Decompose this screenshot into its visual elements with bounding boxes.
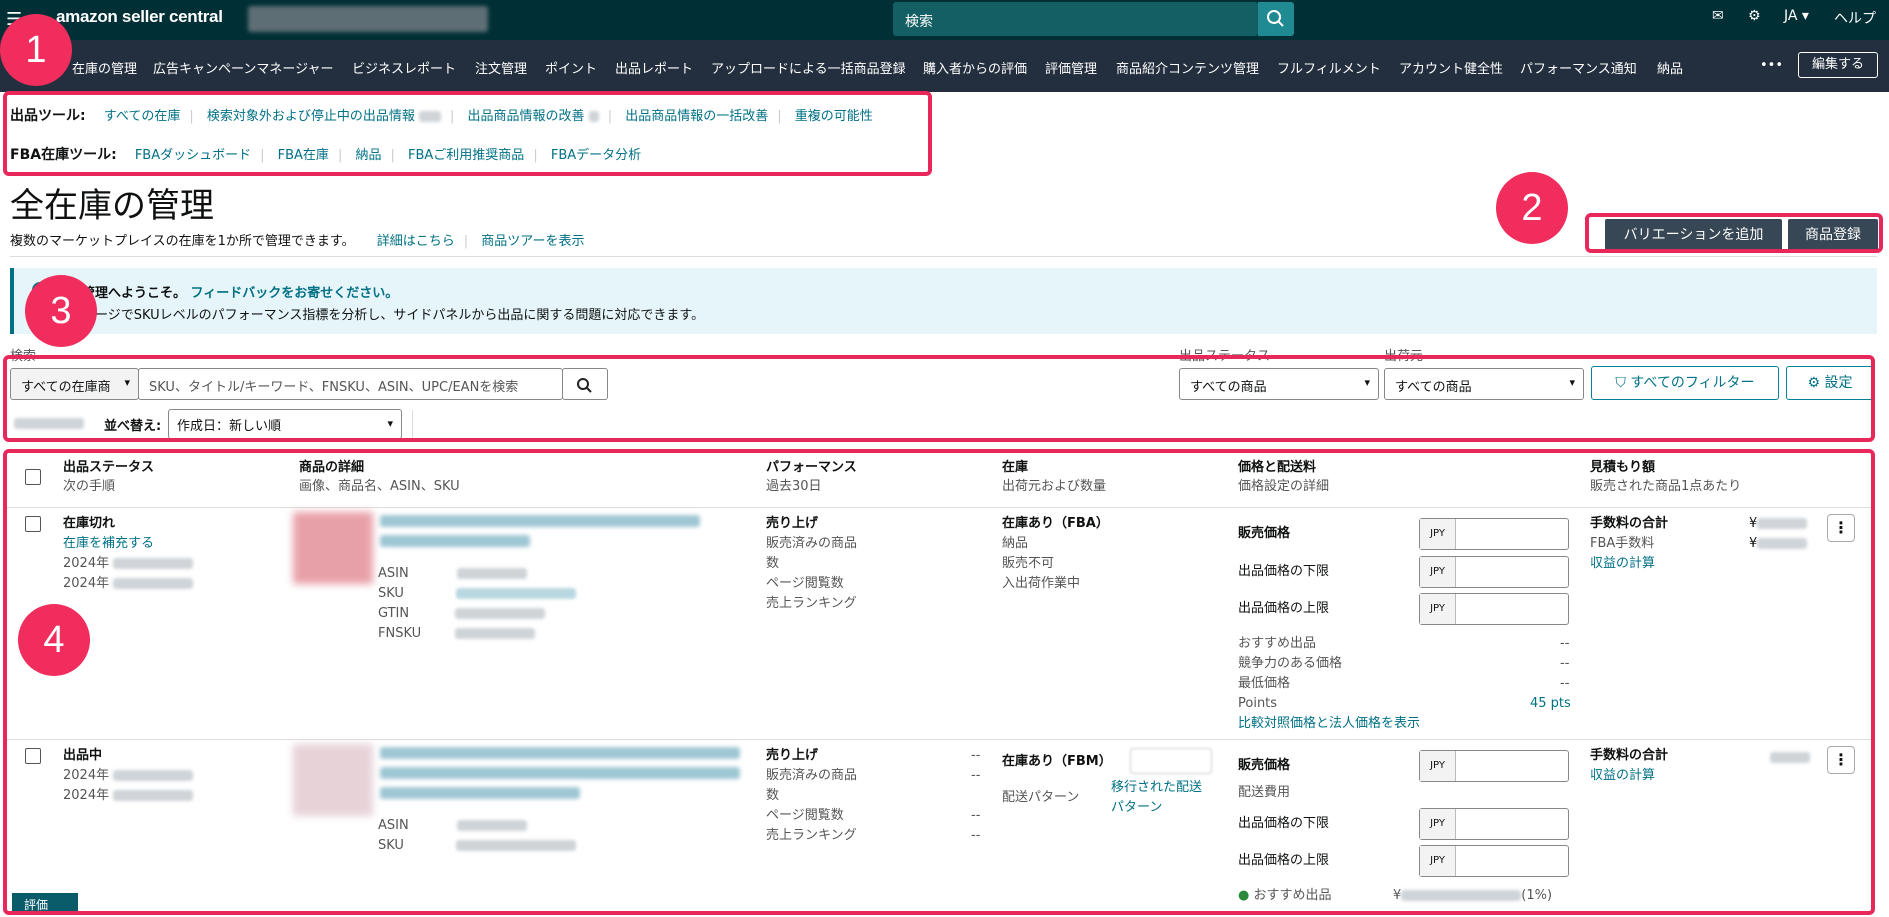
nav-item-reviews[interactable]: 評価管理 <box>1045 58 1097 77</box>
top-bar: ☰ amazon seller central 検索 ✉ ⚙ JA ▾ ヘルプ <box>0 0 1889 40</box>
annotation-badge-1: 1 <box>0 14 72 86</box>
nav-item-listing-reports[interactable]: 出品レポート <box>615 58 693 77</box>
language-code: JA <box>1784 8 1798 24</box>
annotation-box-2 <box>1585 213 1883 253</box>
mail-icon[interactable]: ✉ <box>1712 8 1724 24</box>
annotation-badge-3: 3 <box>25 275 97 347</box>
title-divider <box>10 256 1877 257</box>
annotation-badge-4: 4 <box>18 604 90 676</box>
amazon-logo[interactable]: amazon seller central <box>56 7 223 27</box>
nav-item-account-health[interactable]: アカウント健全性 <box>1399 58 1503 77</box>
nav-item-a-plus[interactable]: 商品紹介コンテンツ管理 <box>1116 58 1259 77</box>
global-search-input[interactable]: 検索 <box>893 2 1258 36</box>
nav-item-ads[interactable]: 広告キャンペーンマネージャー <box>153 58 333 77</box>
edit-nav-button[interactable]: 編集する <box>1798 52 1878 78</box>
feedback-link[interactable]: フィードバックをお寄せください。 <box>191 286 399 301</box>
nav-item-orders[interactable]: 注文管理 <box>475 58 527 77</box>
nav-more-icon[interactable]: ••• <box>1760 58 1783 73</box>
store-selector[interactable] <box>248 6 488 32</box>
page-subtitle: 複数のマーケットプレイスの在庫を1か所で管理できます。 <box>10 234 355 249</box>
nav-item-business-reports[interactable]: ビジネスレポート <box>352 58 456 77</box>
global-search-button[interactable] <box>1258 2 1294 36</box>
annotation-box-4 <box>3 449 1875 915</box>
annotation-box-1 <box>3 91 932 176</box>
search-icon <box>1267 10 1284 27</box>
nav-item-inventory[interactable]: 在庫の管理 <box>72 58 137 77</box>
product-tour-link[interactable]: 商品ツアーを表示 <box>481 234 584 249</box>
learn-more-link[interactable]: 詳細はこちら <box>377 234 455 249</box>
page-title: 全在庫の管理 <box>10 187 214 225</box>
nav-item-points[interactable]: ポイント <box>545 58 597 77</box>
language-selector[interactable]: JA ▾ <box>1784 8 1809 24</box>
welcome-banner: 在庫管理へようこそ。 フィードバックをお寄せください。 このページでSKUレベル… <box>10 268 1877 334</box>
help-link[interactable]: ヘルプ <box>1834 8 1876 28</box>
nav-item-bulk-upload[interactable]: アップロードによる一括商品登録 <box>711 58 906 77</box>
page-subtitle-row: 複数のマーケットプレイスの在庫を1か所で管理できます。 詳細はこちら | 商品ツア… <box>10 234 585 249</box>
annotation-box-3 <box>3 355 1875 442</box>
nav-item-performance[interactable]: パフォーマンス通知 <box>1520 58 1637 77</box>
annotation-badge-2: 2 <box>1496 172 1568 244</box>
gear-icon[interactable]: ⚙ <box>1748 8 1761 24</box>
banner-description: このページでSKUレベルのパフォーマンス指標を分析し、サイドパネルから出品に関す… <box>56 308 705 323</box>
nav-bar: 在庫の管理 広告キャンペーンマネージャー ビジネスレポート 注文管理 ポイント … <box>0 40 1889 92</box>
nav-item-fulfillment[interactable]: フルフィルメント <box>1277 58 1381 77</box>
nav-item-buyer-reviews[interactable]: 購入者からの評価 <box>923 58 1027 77</box>
nav-item-shipments[interactable]: 納品 <box>1657 58 1683 77</box>
